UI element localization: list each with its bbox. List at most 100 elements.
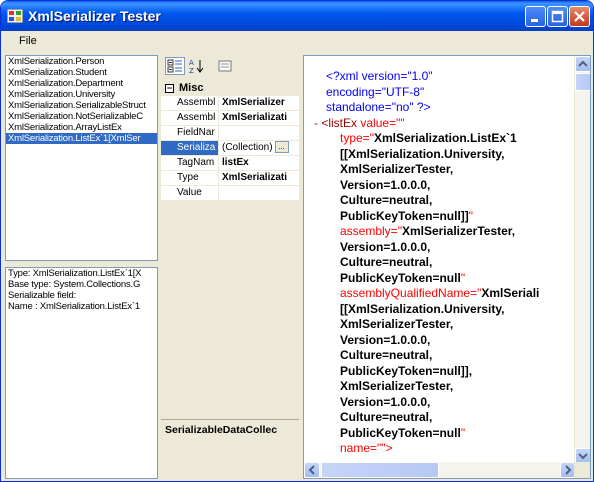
list-item-selected[interactable]: XmlSerialization.ListEx`1[XmlSer: [6, 133, 157, 144]
close-icon: [574, 11, 585, 22]
xml-value: XmlSerializerTester,: [340, 317, 454, 331]
xml-value: PublicKeyToken=null: [340, 270, 461, 285]
xml-value: Culture=neutral,: [340, 410, 433, 424]
horizontal-scrollbar[interactable]: [304, 462, 576, 478]
chevron-down-icon: [578, 453, 588, 460]
title-bar[interactable]: XmlSerializer Tester: [1, 1, 593, 31]
property-row[interactable]: Type XmlSerializati: [161, 171, 299, 186]
xml-declaration: standalone="no" ?>: [326, 100, 431, 114]
list-item[interactable]: XmlSerialization.Department: [6, 78, 157, 89]
svg-text:Z: Z: [189, 67, 194, 74]
type-info-panel: Type: XmlSerialization.ListEx`1[X Base t…: [5, 267, 158, 479]
category-header[interactable]: − Misc: [161, 81, 299, 96]
property-row[interactable]: Value: [161, 186, 299, 201]
property-pages-icon: [218, 60, 232, 72]
property-value: listEx: [222, 157, 249, 168]
info-line: Base type: System.Collections.G: [8, 279, 141, 290]
property-value: XmlSerializer: [222, 97, 285, 108]
scrollbar-corner: [574, 462, 590, 478]
chevron-left-icon: [308, 465, 315, 475]
ellipsis-button[interactable]: ...: [274, 141, 289, 154]
minimize-button[interactable]: [525, 6, 546, 27]
property-row[interactable]: FieldNar: [161, 126, 299, 141]
xml-content: <?xml version="1.0" encoding="UTF-8" sta…: [304, 56, 576, 464]
property-description: SerializableDataCollec: [161, 419, 299, 479]
xml-attr: assembly=": [340, 224, 402, 238]
property-value-text: (Collection): [222, 142, 273, 153]
info-line: Type: XmlSerialization.ListEx`1[X: [8, 268, 142, 279]
xml-value: Culture=neutral,: [340, 348, 433, 362]
xml-value: [[XmlSerialization.University,: [340, 146, 505, 161]
xml-quote: ": [460, 270, 466, 285]
property-name: Serializa: [161, 141, 219, 155]
xml-view[interactable]: <?xml version="1.0" encoding="UTF-8" sta…: [303, 55, 591, 479]
xml-attr: value="": [360, 115, 405, 130]
chevron-up-icon: [578, 60, 588, 67]
list-item[interactable]: XmlSerialization.ArrayListEx: [6, 122, 157, 133]
property-value: [219, 126, 299, 140]
categorized-button[interactable]: [165, 57, 185, 75]
xml-value: PublicKeyToken=null]],: [340, 363, 473, 378]
window-title: XmlSerializer Tester: [28, 8, 161, 24]
vertical-scrollbar[interactable]: [574, 56, 590, 464]
vertical-scroll-thumb[interactable]: [575, 73, 590, 91]
xml-value: XmlSerializerTester,: [401, 224, 516, 238]
xml-value: Version=1.0.0.0,: [340, 177, 431, 192]
minimize-icon: [531, 19, 538, 22]
app-icon: [7, 9, 23, 23]
info-line: Name : XmlSerialization.ListEx`1: [8, 301, 140, 312]
list-item[interactable]: XmlSerialization.University: [6, 89, 157, 100]
xml-attr: assemblyQualifiedName=": [340, 286, 482, 300]
close-button[interactable]: [569, 6, 590, 27]
alphabetical-button[interactable]: A Z: [187, 57, 207, 75]
scroll-left-button[interactable]: [304, 462, 320, 478]
xml-quote: ": [460, 425, 466, 440]
property-name: Assembl: [161, 111, 219, 125]
xml-tag: <listEx: [321, 115, 358, 130]
list-item[interactable]: XmlSerialization.Person: [6, 56, 157, 67]
xml-value: PublicKeyToken=null: [340, 425, 461, 440]
list-item[interactable]: XmlSerialization.NotSerializableC: [6, 111, 157, 122]
property-name: Assembl: [161, 96, 219, 110]
scroll-up-button[interactable]: [575, 56, 590, 72]
menu-file[interactable]: File: [19, 35, 37, 47]
property-name: TagNam: [161, 156, 219, 170]
collapse-icon[interactable]: −: [165, 84, 174, 93]
property-table: − Misc Assembl XmlSerializer Assembl XmlS…: [161, 81, 299, 201]
sort-az-icon: A Z: [189, 59, 204, 75]
xml-value: XmlSerializerTester,: [340, 162, 454, 176]
property-row-selected[interactable]: Serializa (Collection)...: [161, 141, 299, 156]
property-value: XmlSerializati: [222, 112, 288, 123]
property-row[interactable]: TagNam listEx: [161, 156, 299, 171]
property-value: (Collection)...: [219, 141, 299, 155]
maximize-icon: [551, 10, 564, 23]
xml-value: XmlSerializerTester,: [340, 379, 454, 393]
list-item[interactable]: XmlSerialization.Student: [6, 67, 157, 78]
property-row[interactable]: Assembl XmlSerializati: [161, 111, 299, 126]
xml-value: Version=1.0.0.0,: [340, 239, 431, 254]
collapse-node-button[interactable]: -: [314, 116, 318, 130]
category-label: Misc: [179, 82, 204, 94]
property-value: [219, 186, 299, 200]
list-item[interactable]: XmlSerialization.SerializableStruct: [6, 100, 157, 111]
xml-value: Version=1.0.0.0,: [340, 332, 431, 347]
svg-text:A: A: [189, 59, 194, 67]
property-name: Value: [161, 186, 219, 200]
property-name: FieldNar: [161, 126, 219, 140]
type-list[interactable]: XmlSerialization.Person XmlSerialization…: [5, 55, 158, 261]
property-value: XmlSerializati: [222, 172, 288, 183]
xml-declaration: encoding="UTF-8": [326, 84, 425, 99]
maximize-button[interactable]: [547, 6, 568, 27]
xml-value: PublicKeyToken=null]]: [340, 208, 469, 223]
property-grid-toolbar: A Z: [161, 55, 299, 77]
xml-value: XmlSerialization.ListEx`1: [373, 131, 517, 145]
property-row[interactable]: Assembl XmlSerializer: [161, 96, 299, 111]
menu-bar: File: [2, 31, 592, 52]
xml-value: Culture=neutral,: [340, 193, 433, 207]
xml-value: XmlSeriali: [481, 286, 540, 300]
xml-quote: ": [468, 208, 474, 223]
property-grid: A Z −Misc Assembl XmlSerializer Assembl: [161, 55, 299, 479]
horizontal-scroll-thumb[interactable]: [321, 462, 439, 478]
property-pages-button[interactable]: [215, 57, 235, 75]
chevron-right-icon: [565, 465, 572, 475]
